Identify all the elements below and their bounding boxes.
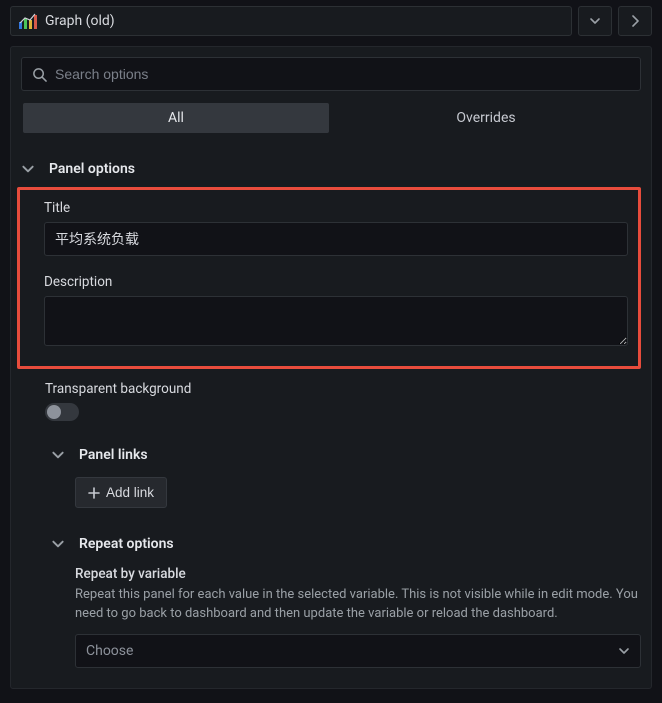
chevron-down-icon	[51, 448, 65, 462]
tab-overrides[interactable]: Overrides	[333, 103, 639, 133]
repeat-by-variable-label: Repeat by variable	[75, 566, 641, 582]
repeat-help-text: Repeat this panel for each value in the …	[75, 586, 641, 624]
panel-type-selector[interactable]: Graph (old)	[10, 6, 572, 36]
next-panel-button[interactable]	[618, 6, 652, 36]
toggle-knob	[47, 405, 61, 419]
section-title: Panel options	[49, 161, 135, 177]
search-icon	[32, 67, 47, 82]
section-panel-options-header[interactable]: Panel options	[21, 161, 641, 177]
title-description-highlight: Title Description	[17, 187, 641, 369]
collapse-panel-button[interactable]	[578, 6, 612, 36]
tab-all[interactable]: All	[23, 103, 329, 133]
chevron-down-icon	[21, 162, 35, 176]
panel-type-header: Graph (old)	[10, 6, 652, 36]
plus-icon	[88, 487, 100, 499]
chevron-right-icon	[630, 14, 640, 28]
options-panel: All Overrides Panel options Title Descri…	[10, 46, 652, 689]
section-repeat-options-header[interactable]: Repeat options	[51, 536, 641, 552]
repeat-variable-select[interactable]: Choose	[75, 634, 641, 668]
graph-icon	[19, 13, 37, 29]
section-title: Repeat options	[79, 536, 174, 552]
panel-type-label: Graph (old)	[45, 13, 563, 29]
transparent-toggle[interactable]	[45, 403, 79, 421]
section-title: Panel links	[79, 447, 148, 463]
section-panel-links-header[interactable]: Panel links	[51, 447, 641, 463]
title-label: Title	[20, 200, 628, 216]
transparent-label: Transparent background	[45, 381, 641, 397]
description-label: Description	[20, 274, 628, 290]
description-input[interactable]	[44, 296, 628, 346]
add-link-button[interactable]: Add link	[75, 477, 167, 508]
search-input[interactable]	[55, 66, 630, 82]
title-input[interactable]	[44, 222, 628, 256]
options-tabs: All Overrides	[21, 101, 641, 135]
chevron-down-icon	[618, 645, 630, 657]
chevron-down-icon	[589, 15, 601, 27]
select-placeholder: Choose	[86, 643, 133, 659]
chevron-down-icon	[51, 537, 65, 551]
search-options-field	[21, 57, 641, 91]
add-link-label: Add link	[106, 485, 154, 500]
